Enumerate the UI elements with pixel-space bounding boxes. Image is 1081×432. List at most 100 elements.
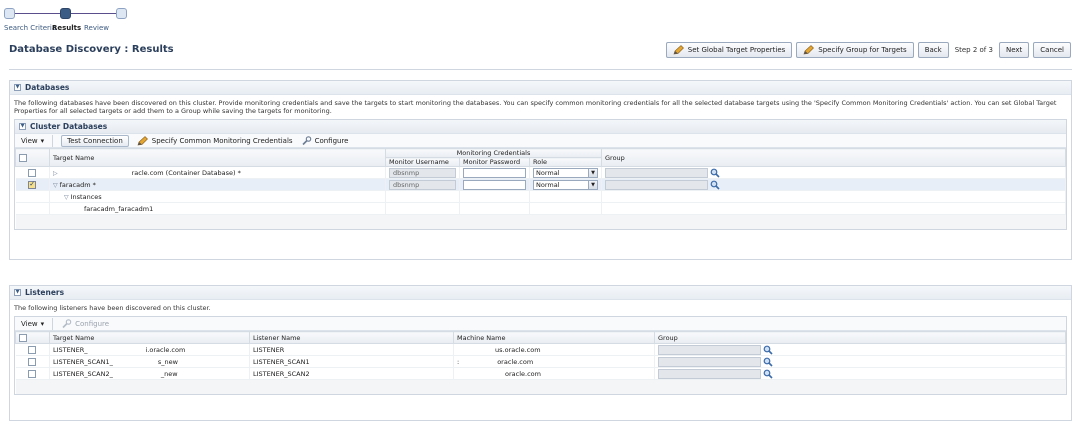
view-label: View: [21, 319, 38, 328]
machine-name: us.oracle.com: [495, 345, 541, 354]
specify-group-button[interactable]: Specify Group for Targets: [796, 42, 914, 58]
divider: [9, 69, 1072, 70]
view-label: View: [21, 136, 38, 145]
table-row[interactable]: LISTENER_SCAN1_ s_new LISTENER_SCAN1 : ora…: [15, 355, 1066, 368]
target-name: LISTENER_SCAN1_: [53, 357, 113, 366]
listeners-header[interactable]: ▼ Listeners: [10, 286, 1071, 300]
train-connector: [71, 13, 116, 14]
listener-name: LISTENER_SCAN2: [249, 367, 454, 380]
collapse-icon[interactable]: ▼: [14, 84, 21, 91]
table-row[interactable]: ▽ Instances: [15, 190, 1066, 203]
role-select[interactable]: Normal ▼: [533, 167, 598, 178]
machine-name: oracle.com: [497, 357, 534, 366]
table-row[interactable]: faracadm_faracadm1: [15, 202, 1066, 215]
cluster-databases-header[interactable]: ▼ Cluster Databases: [15, 120, 1066, 134]
expand-icon[interactable]: ▷: [53, 170, 58, 177]
listener-name: LISTENER: [249, 343, 454, 356]
search-icon[interactable]: [763, 345, 773, 355]
search-icon[interactable]: [710, 168, 720, 178]
step-indicator: Step 2 of 3: [954, 46, 993, 54]
column-header-listener[interactable]: Listener Name: [249, 331, 454, 344]
set-global-target-properties-button[interactable]: Set Global Target Properties: [665, 42, 793, 58]
monitor-password-input[interactable]: [463, 167, 526, 178]
databases-header[interactable]: ▼ Databases: [10, 81, 1071, 95]
chevron-down-icon: ▾: [40, 319, 45, 328]
column-header-group[interactable]: Group: [601, 148, 1066, 167]
configure-button: Configure: [61, 318, 110, 329]
table-row[interactable]: LISTENER_SCAN2_ _new LISTENER_SCAN2 oracl…: [15, 367, 1066, 380]
row-checkbox[interactable]: [28, 180, 37, 189]
table-row[interactable]: LISTENER_ i.oracle.com LISTENER us.oracle…: [15, 343, 1066, 356]
target-name-suffix: i.oracle.com: [145, 345, 186, 354]
collapse-icon[interactable]: ▼: [19, 123, 26, 130]
instance-name: faracadm_faracadm1: [84, 204, 154, 213]
select-all-checkbox[interactable]: [19, 153, 27, 162]
search-icon[interactable]: [763, 357, 773, 367]
column-header-role[interactable]: Role: [529, 157, 602, 167]
row-checkbox[interactable]: [28, 357, 37, 366]
cluster-databases-title: Cluster Databases: [30, 122, 108, 131]
target-name-suffix: _new: [160, 369, 178, 378]
role-value: Normal: [536, 180, 560, 189]
search-icon[interactable]: [763, 369, 773, 379]
wrench-icon: [62, 318, 72, 328]
specify-common-label: Specify Common Monitoring Credentials: [151, 136, 293, 145]
listeners-title: Listeners: [25, 288, 65, 297]
train-stop-search-criteria[interactable]: [4, 8, 15, 19]
cluster-toolbar: View ▾ Test Connection Specify Common Mon…: [15, 134, 1066, 148]
cluster-databases-table: Target Name Monitoring Credentials Group…: [15, 148, 1066, 229]
pencil-icon: [137, 135, 148, 145]
column-header-target[interactable]: Target Name: [49, 148, 386, 167]
group-field: [658, 344, 761, 355]
select-all-checkbox[interactable]: [19, 333, 27, 342]
train-connector: [15, 13, 60, 14]
table-filler: [15, 379, 1066, 394]
toolbar-separator: [52, 317, 54, 330]
cancel-button[interactable]: Cancel: [1033, 42, 1071, 58]
monitor-password-input[interactable]: [463, 179, 526, 190]
instances-label: Instances: [70, 192, 102, 201]
next-button[interactable]: Next: [998, 42, 1030, 58]
pencil-icon: [673, 45, 684, 55]
cluster-databases-panel: ▼ Cluster Databases View ▾ Test Connectio…: [14, 119, 1067, 230]
table-row[interactable]: ▷ racle.com (Container Database) * dbsnmp…: [15, 166, 1066, 179]
row-checkbox[interactable]: [28, 345, 37, 354]
specify-common-credentials-button[interactable]: Specify Common Monitoring Credentials: [137, 135, 293, 146]
configure-label: Configure: [75, 319, 110, 328]
listeners-description: The following listeners have been discov…: [14, 304, 211, 312]
group-field: [605, 179, 708, 190]
column-header-group[interactable]: Group: [654, 331, 1066, 344]
listeners-table: Target Name Listener Name Machine Name G…: [15, 331, 1066, 394]
target-name: racle.com (Container Database) *: [131, 168, 241, 177]
group-field: [658, 356, 761, 367]
listeners-panel: ▼ Listeners The following listeners have…: [9, 285, 1072, 421]
back-button[interactable]: Back: [917, 42, 949, 58]
listener-name: LISTENER_SCAN1: [249, 355, 454, 368]
column-header-username[interactable]: Monitor Username: [385, 157, 460, 167]
collapse-icon[interactable]: ▼: [14, 289, 21, 296]
column-header-target[interactable]: Target Name: [49, 331, 250, 344]
table-row[interactable]: ▽faracadm * dbsnmp Normal ▼: [15, 178, 1066, 191]
search-icon[interactable]: [710, 180, 720, 190]
row-checkbox[interactable]: [28, 168, 37, 177]
role-select[interactable]: Normal ▼: [533, 179, 598, 190]
configure-button[interactable]: Configure: [301, 135, 349, 146]
select-all-header: [15, 331, 50, 344]
row-checkbox[interactable]: [28, 369, 37, 378]
target-name: LISTENER_: [53, 345, 88, 354]
view-menu[interactable]: View ▾: [21, 320, 44, 328]
test-connection-button[interactable]: Test Connection: [61, 134, 129, 147]
group-field: [605, 167, 708, 178]
collapse-icon[interactable]: ▽: [53, 182, 58, 189]
collapse-icon[interactable]: ▽: [64, 194, 69, 201]
train-label-search-criteria[interactable]: Search Criteria: [4, 24, 56, 32]
machine-name: oracle.com: [505, 369, 541, 378]
toolbar-separator: [52, 134, 54, 147]
configure-label: Configure: [314, 136, 349, 145]
column-header-password[interactable]: Monitor Password: [459, 157, 530, 167]
select-all-header: [15, 148, 50, 167]
machine-name-prefix: :: [457, 357, 460, 366]
view-menu[interactable]: View ▾: [21, 137, 44, 145]
databases-panel: ▼ Databases The following databases have…: [9, 80, 1072, 260]
column-header-machine[interactable]: Machine Name: [453, 331, 655, 344]
